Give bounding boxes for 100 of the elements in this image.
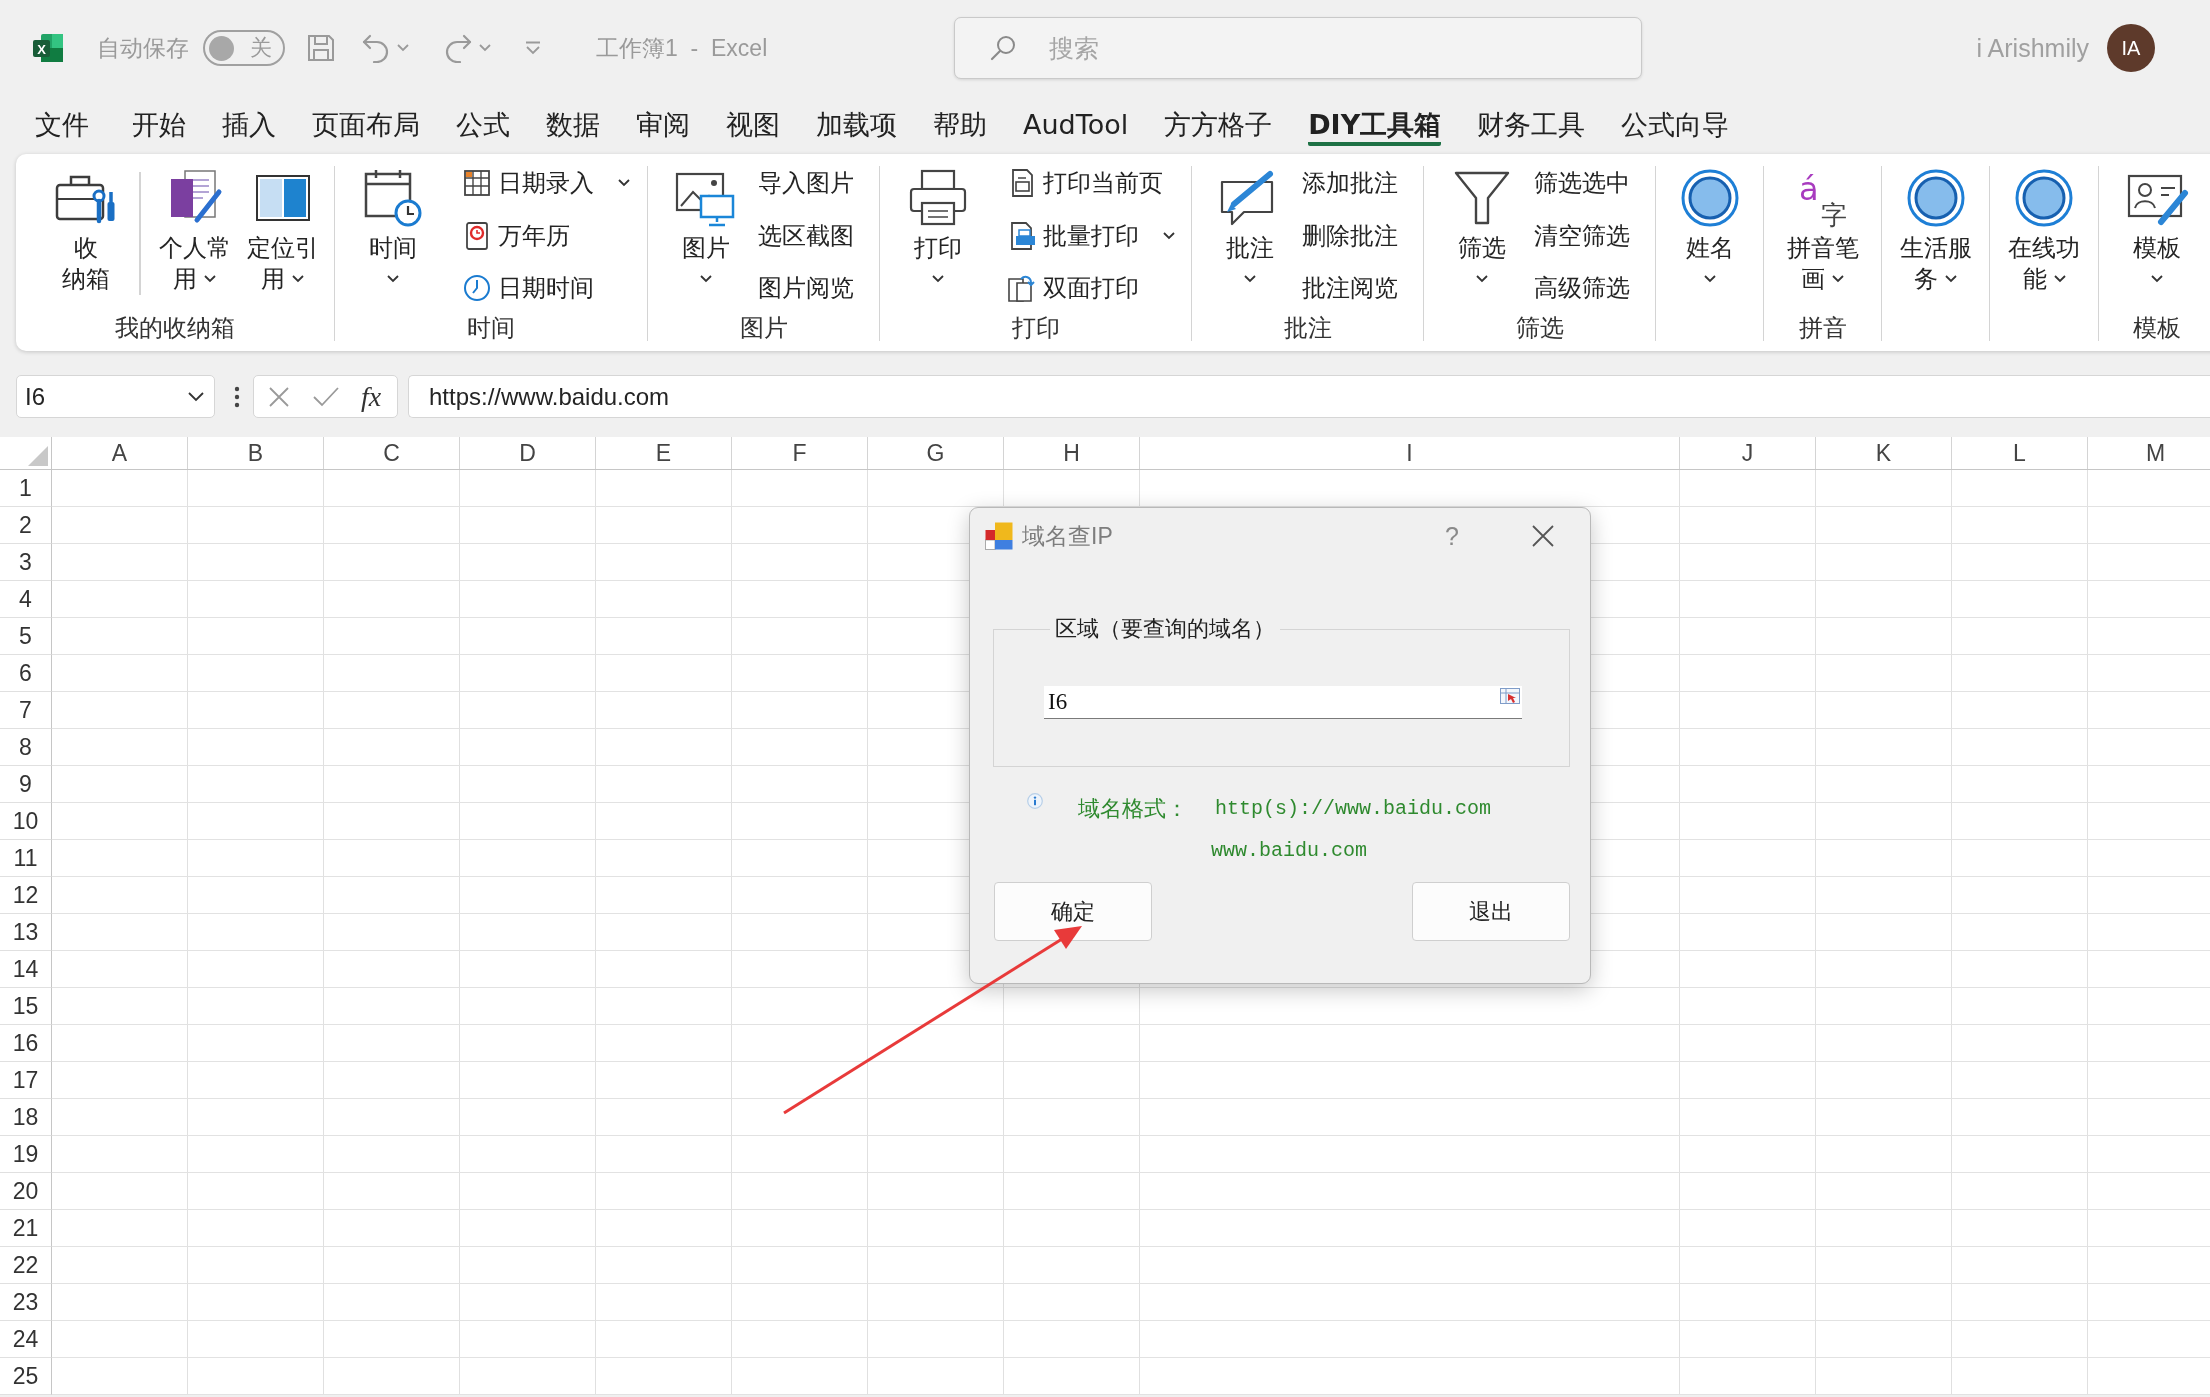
ribbon-button[interactable]: 图片阅览 <box>758 271 854 305</box>
row-header[interactable]: 6 <box>0 655 52 692</box>
row-header[interactable]: 2 <box>0 507 52 544</box>
column-header[interactable]: I <box>1140 437 1680 469</box>
row-header[interactable]: 14 <box>0 951 52 988</box>
row-header[interactable]: 21 <box>0 1210 52 1247</box>
ribbon-button[interactable]: 清空筛选 <box>1534 218 1630 253</box>
column-header[interactable]: E <box>596 437 732 469</box>
ribbon-tab[interactable]: AudTool <box>1023 108 1129 146</box>
column-header[interactable]: H <box>1004 437 1140 469</box>
caret-icon[interactable] <box>397 44 409 52</box>
ribbon-tab[interactable]: 审阅 <box>636 108 690 146</box>
row-header[interactable]: 9 <box>0 766 52 803</box>
ribbon-button[interactable]: 双面打印 <box>1007 271 1175 305</box>
ribbon-button[interactable]: 导入图片 <box>758 166 854 200</box>
ribbon-button[interactable]: á 字 拼音笔 画 <box>1780 166 1865 294</box>
ribbon-tab[interactable]: 公式 <box>456 108 510 146</box>
column-header[interactable]: C <box>324 437 460 469</box>
ribbon-tab[interactable]: 方方格子 <box>1164 108 1273 146</box>
ribbon-button[interactable]: 收 纳箱 <box>48 166 124 294</box>
row-header[interactable]: 20 <box>0 1173 52 1210</box>
row-header[interactable]: 12 <box>0 877 52 914</box>
ribbon-button[interactable]: 定位引 用 <box>240 166 325 294</box>
ribbon-tab[interactable]: 开始 <box>132 108 186 146</box>
ribbon-button[interactable]: 日期时间 <box>462 271 630 305</box>
column-header[interactable]: D <box>460 437 596 469</box>
input-field[interactable]: I6 <box>1044 686 1522 719</box>
customize-icon[interactable] <box>525 41 541 55</box>
row-header[interactable]: 1 <box>0 470 52 507</box>
check-icon[interactable] <box>313 386 339 407</box>
row-header[interactable]: 3 <box>0 544 52 581</box>
column-header[interactable]: M <box>2088 437 2210 469</box>
row-header[interactable]: 18 <box>0 1099 52 1136</box>
row-header[interactable]: 5 <box>0 618 52 655</box>
chevron-down-icon[interactable] <box>188 391 204 402</box>
ribbon-button[interactable]: 万年历 <box>462 218 630 253</box>
ribbon-button[interactable]: 选区截图 <box>758 218 854 253</box>
row-header[interactable]: 19 <box>0 1136 52 1173</box>
row-header[interactable]: 17 <box>0 1062 52 1099</box>
ribbon-tab[interactable]: 文件 <box>35 108 89 146</box>
ribbon-button[interactable]: 时间 <box>355 166 431 294</box>
ribbon-button[interactable]: 模板 <box>2119 166 2195 294</box>
ribbon-button[interactable]: 批注 <box>1212 166 1288 294</box>
ribbon-tab[interactable]: 帮助 <box>933 108 987 146</box>
ribbon-button[interactable]: 打印 <box>900 166 976 294</box>
ribbon-button[interactable]: 筛选 <box>1444 166 1520 294</box>
ribbon-button[interactable]: 图片 <box>668 166 744 294</box>
column-header[interactable]: L <box>1952 437 2088 469</box>
row-header[interactable]: 8 <box>0 729 52 766</box>
user-avatar[interactable]: IA <box>2107 24 2155 72</box>
ribbon-button[interactable]: 姓名 <box>1671 166 1748 294</box>
ribbon-button[interactable]: 日期录入 <box>462 166 630 200</box>
column-header[interactable]: G <box>868 437 1004 469</box>
cell-picker-icon[interactable] <box>1500 688 1520 704</box>
ribbon-button[interactable]: 筛选选中 <box>1534 166 1630 200</box>
ribbon-tab[interactable]: DIY工具箱 <box>1308 108 1442 146</box>
search-field[interactable]: 搜索 <box>954 17 1643 79</box>
ribbon-tab[interactable]: 加载项 <box>816 108 897 146</box>
row-header[interactable]: 4 <box>0 581 52 618</box>
row-header[interactable]: 11 <box>0 840 52 877</box>
row-header[interactable]: 7 <box>0 692 52 729</box>
cancel-icon[interactable] <box>267 384 291 409</box>
ribbon-button[interactable]: 生活服 务 <box>1893 166 1978 294</box>
ribbon-tab[interactable]: 插入 <box>222 108 276 146</box>
ribbon-tab[interactable]: 页面布局 <box>312 108 420 146</box>
column-header[interactable]: A <box>52 437 188 469</box>
caret-icon[interactable] <box>479 44 491 52</box>
ribbon-tab[interactable]: 数据 <box>546 108 600 146</box>
save-icon[interactable] <box>307 34 335 62</box>
ribbon-button[interactable]: 高级筛选 <box>1534 271 1630 305</box>
column-header[interactable]: J <box>1680 437 1816 469</box>
ribbon-button[interactable]: 批注阅览 <box>1302 271 1398 305</box>
ribbon-button[interactable]: 个人常 用 <box>152 166 237 294</box>
ribbon-button[interactable]: 在线功 能 <box>2002 166 2086 294</box>
row-header[interactable]: 15 <box>0 988 52 1025</box>
row-header[interactable]: 23 <box>0 1284 52 1321</box>
redo-icon[interactable] <box>443 33 473 63</box>
close-icon[interactable] <box>1532 525 1554 547</box>
select-all-icon[interactable] <box>28 446 48 466</box>
dialog-button[interactable]: 确定 <box>994 882 1152 941</box>
ribbon-tab[interactable]: 财务工具 <box>1477 108 1586 146</box>
ribbon-button[interactable]: 打印当前页 <box>1007 166 1175 200</box>
ribbon-tab[interactable]: 视图 <box>726 108 780 146</box>
row-header[interactable]: 16 <box>0 1025 52 1062</box>
row-header[interactable]: 10 <box>0 803 52 840</box>
undo-icon[interactable] <box>361 33 391 63</box>
row-header[interactable]: 13 <box>0 914 52 951</box>
insert-function-button[interactable]: fx <box>361 380 382 413</box>
row-header[interactable]: 25 <box>0 1358 52 1395</box>
row-header[interactable]: 22 <box>0 1247 52 1284</box>
ribbon-button[interactable]: 添加批注 <box>1302 166 1398 200</box>
column-header[interactable]: B <box>188 437 324 469</box>
more-icon[interactable] <box>234 385 240 408</box>
column-header[interactable]: K <box>1816 437 1952 469</box>
ribbon-button[interactable]: 批量打印 <box>1007 218 1175 253</box>
dialog-button[interactable]: 退出 <box>1412 882 1570 941</box>
row-header[interactable]: 24 <box>0 1321 52 1358</box>
name-box[interactable]: I6 <box>16 375 215 418</box>
ribbon-button[interactable]: 删除批注 <box>1302 218 1398 253</box>
ribbon-tab[interactable]: 公式向导 <box>1621 108 1730 146</box>
